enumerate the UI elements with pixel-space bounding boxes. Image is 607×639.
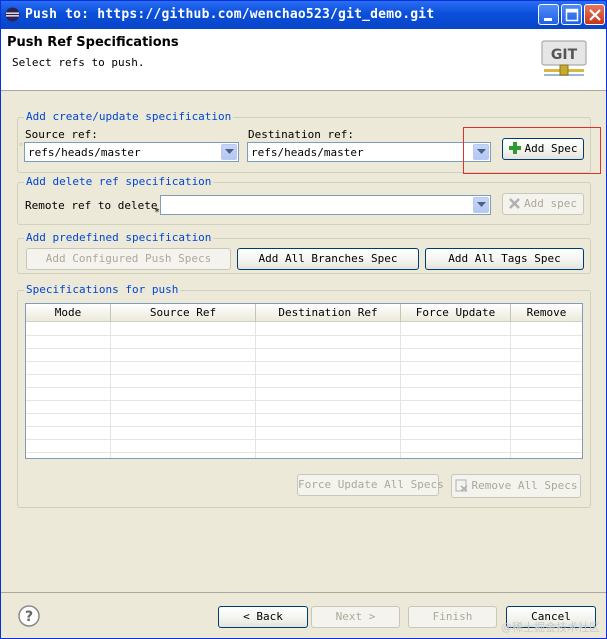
minimize-button[interactable] xyxy=(538,4,559,25)
add-configured-push-specs-button[interactable]: Add Configured Push Specs xyxy=(26,248,231,270)
close-button[interactable] xyxy=(584,4,605,25)
remote-ref-combo[interactable] xyxy=(160,195,491,215)
help-icon[interactable]: ? xyxy=(18,605,40,627)
maximize-icon xyxy=(565,8,579,22)
push-dialog-window: Push to: https://github.com/wenchao523/g… xyxy=(0,0,607,639)
chevron-down-icon[interactable] xyxy=(221,144,237,160)
close-icon xyxy=(589,9,601,21)
remove-all-specs-label: Remove All Specs xyxy=(471,479,578,492)
chevron-down-icon[interactable] xyxy=(473,197,489,213)
row-divider xyxy=(26,413,582,414)
row-divider xyxy=(26,335,582,336)
remote-ref-label: Remote ref to delete: xyxy=(25,199,165,212)
remove-all-specs-button[interactable]: Remove All Specs xyxy=(451,474,581,498)
wizard-header: Push Ref Specifications Select refs to p… xyxy=(1,29,606,91)
back-label: < Back xyxy=(243,610,283,623)
svg-text:?: ? xyxy=(25,609,33,625)
column-header-remove[interactable]: Remove xyxy=(511,304,582,322)
add-all-branches-spec-label: Add All Branches Spec xyxy=(258,252,398,265)
add-delete-spec-button[interactable]: Add spec xyxy=(502,193,584,215)
column-header-force-update[interactable]: Force Update xyxy=(401,304,511,322)
plus-icon xyxy=(508,142,521,154)
watermark-text: @稀土掘金技术社区 xyxy=(501,621,600,634)
row-divider xyxy=(26,387,582,388)
destination-ref-value: refs/heads/master xyxy=(251,146,364,159)
predefined-legend: Add predefined specification xyxy=(24,231,214,244)
page-subtitle: Select refs to push. xyxy=(12,56,145,69)
add-all-tags-spec-label: Add All Tags Spec xyxy=(448,252,561,265)
source-ref-label: Source ref: xyxy=(25,128,98,141)
delete-x-icon xyxy=(509,197,520,209)
eclipse-icon xyxy=(5,7,20,22)
git-logo-text: GIT xyxy=(551,47,578,63)
back-button[interactable]: < Back xyxy=(218,606,308,628)
maximize-button[interactable] xyxy=(561,4,582,25)
push-specs-table[interactable]: Mode Source Ref Destination Ref Force Up… xyxy=(25,303,583,459)
column-header-source-ref[interactable]: Source Ref xyxy=(111,304,256,322)
row-divider xyxy=(26,374,582,375)
create-update-legend: Add create/update specification xyxy=(24,110,234,123)
row-divider xyxy=(26,400,582,401)
column-header-destination-ref[interactable]: Destination Ref xyxy=(256,304,401,322)
next-label: Next > xyxy=(335,610,376,623)
row-divider xyxy=(26,361,582,362)
delete-ref-legend: Add delete ref specification xyxy=(24,175,214,188)
destination-ref-combo[interactable]: refs/heads/master xyxy=(247,142,491,162)
git-logo-icon: GIT xyxy=(541,40,587,76)
specs-for-push-legend: Specifications for push xyxy=(24,283,181,296)
add-all-tags-spec-button[interactable]: Add All Tags Spec xyxy=(425,248,584,270)
minimize-icon xyxy=(544,18,552,21)
finish-label: Finish xyxy=(432,610,473,623)
title-bar[interactable]: Push to: https://github.com/wenchao523/g… xyxy=(1,1,606,29)
source-ref-combo[interactable]: refs/heads/master xyxy=(24,142,239,162)
row-divider xyxy=(26,452,582,453)
source-ref-value: refs/heads/master xyxy=(28,146,141,159)
force-update-all-specs-button[interactable]: Force Update All Specs xyxy=(297,474,444,496)
wizard-footer: ? < Back Next > Finish Cancel @稀土掘金技术社区 xyxy=(1,592,606,638)
add-spec-label: Add Spec xyxy=(524,142,578,155)
force-update-all-specs-label: Force Update All Specs xyxy=(298,478,444,491)
destination-ref-label: Destination ref: xyxy=(248,128,354,141)
row-divider xyxy=(26,439,582,440)
remove-all-icon xyxy=(455,479,467,492)
row-divider xyxy=(26,426,582,427)
add-configured-push-specs-label: Add Configured Push Specs xyxy=(45,252,212,265)
next-button[interactable]: Next > xyxy=(311,606,400,628)
add-spec-button[interactable]: Add Spec xyxy=(502,138,584,160)
page-title: Push Ref Specifications xyxy=(7,35,179,50)
add-delete-spec-label: Add spec xyxy=(524,197,577,210)
column-header-mode[interactable]: Mode xyxy=(26,304,111,322)
window-title: Push to: https://github.com/wenchao523/g… xyxy=(25,7,435,22)
finish-button[interactable]: Finish xyxy=(408,606,497,628)
row-divider xyxy=(26,348,582,349)
add-all-branches-spec-button[interactable]: Add All Branches Spec xyxy=(237,248,419,270)
table-header: Mode Source Ref Destination Ref Force Up… xyxy=(26,304,582,322)
